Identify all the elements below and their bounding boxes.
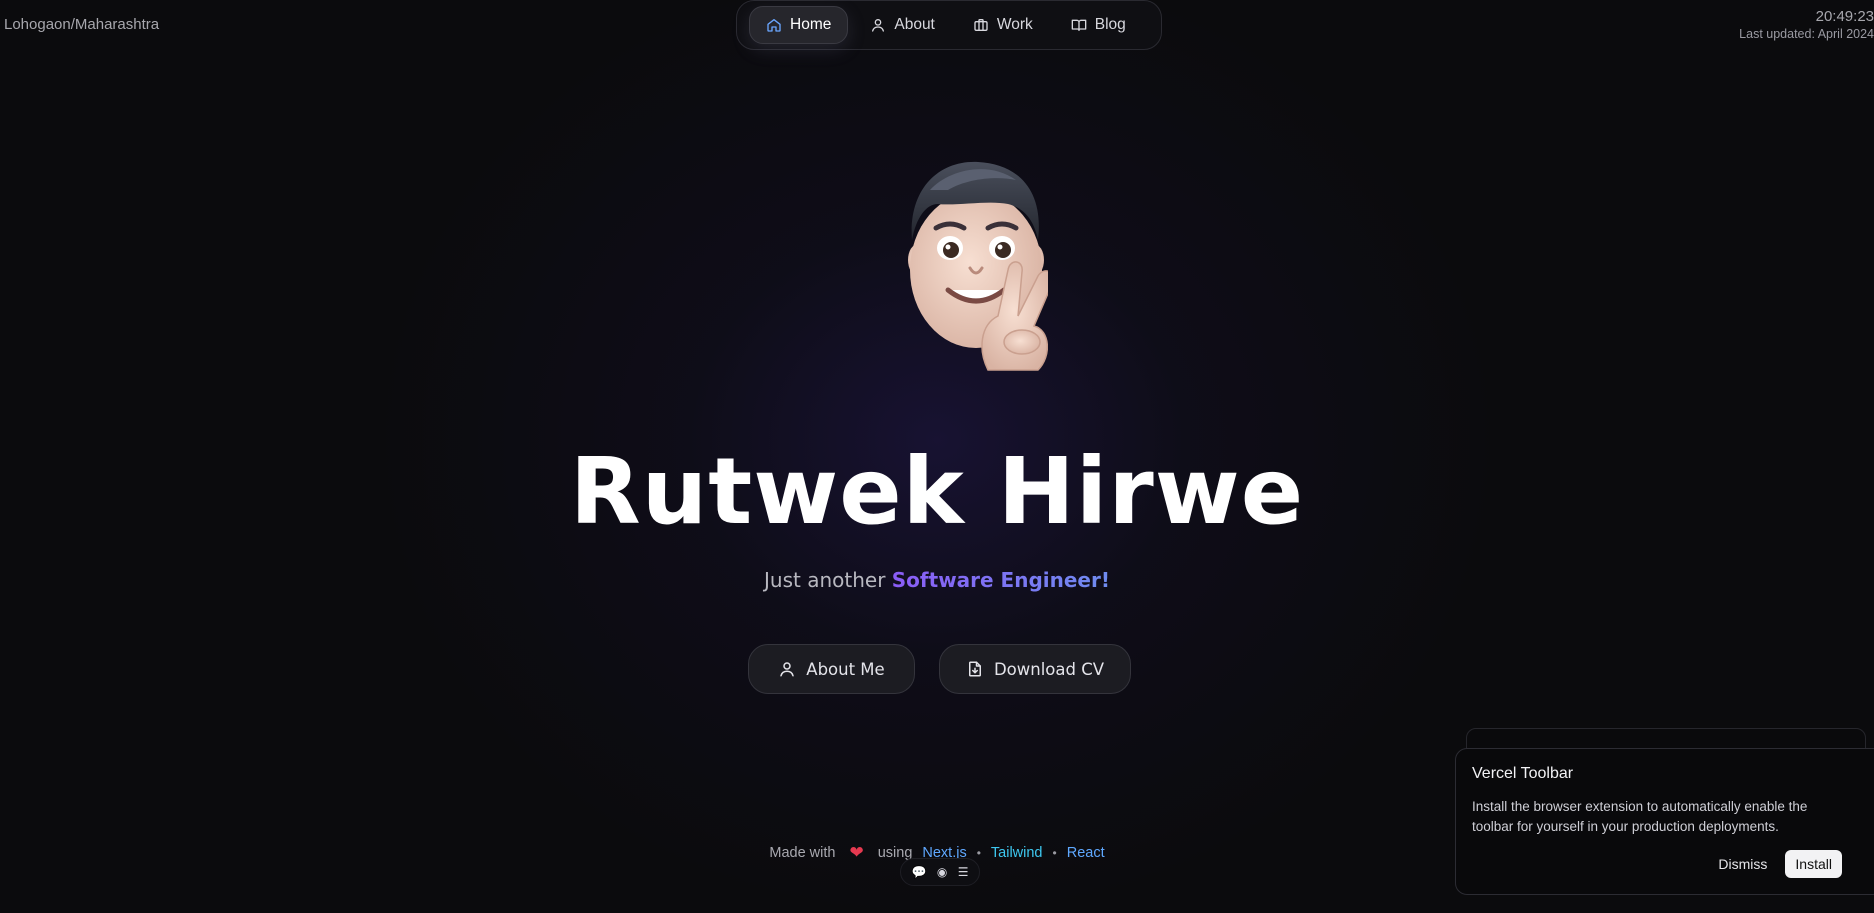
nav-about-label: About [894,16,935,33]
install-button[interactable]: Install [1785,850,1842,878]
link-react[interactable]: React [1067,845,1105,861]
book-icon [1071,19,1087,31]
location-label: Lohogaon/Maharashtra [4,16,160,33]
memoji-avatar [908,161,1048,371]
nav-home-label: Home [790,16,832,33]
download-cv-label: Download CV [993,659,1105,679]
menu-icon[interactable]: ☰ [958,865,969,879]
file-download-icon [968,661,981,677]
nav-home[interactable]: Home [749,6,849,44]
subtitle-prefix: Just another [764,568,892,592]
download-cv-button[interactable]: Download CV [939,644,1131,694]
clock-time: 20:49:23 [1815,8,1874,25]
about-me-label: About Me [806,659,885,679]
eye-icon[interactable]: ◉ [937,865,947,879]
about-me-button[interactable]: About Me [748,644,915,694]
nav-blog[interactable]: Blog [1055,6,1142,44]
comment-icon[interactable]: 💬 [911,865,926,879]
vercel-mini-toolbar: 💬 ◉ ☰ [900,858,980,886]
dismiss-button[interactable]: Dismiss [1718,856,1767,872]
briefcase-icon [974,19,988,31]
heart-icon: ❤ [849,843,864,862]
hero-name: Rutwek Hirwe [569,438,1305,545]
nav-work-label: Work [996,16,1033,33]
nav-about[interactable]: About [854,6,951,44]
vercel-toolbar-toast: Vercel Toolbar Install the browser exten… [1455,748,1874,895]
nav-blog-label: Blog [1094,16,1126,33]
separator-dot: • [976,846,981,860]
link-tailwind[interactable]: Tailwind [991,845,1043,861]
nav-work[interactable]: Work [957,6,1049,44]
user-icon [780,662,795,677]
subtitle-accent: Software Engineer! [891,568,1110,592]
last-updated: Last updated: April 2024 [1739,27,1874,41]
user-icon [872,19,885,32]
toast-body: Install the browser extension to automat… [1472,799,1808,834]
home-icon [767,19,781,32]
clock-panel: 20:49:23 Last updated: April 2024 [1739,8,1874,41]
separator-dot: • [1052,846,1057,860]
toast-title: Vercel Toolbar [1472,765,1574,782]
hero-subtitle: Just another Software Engineer! [0,568,1874,592]
toast-actions: Dismiss Install [1718,850,1842,878]
top-navbar: Home About Work Blog [736,0,1162,50]
footer-made-with: Made with [769,845,836,861]
